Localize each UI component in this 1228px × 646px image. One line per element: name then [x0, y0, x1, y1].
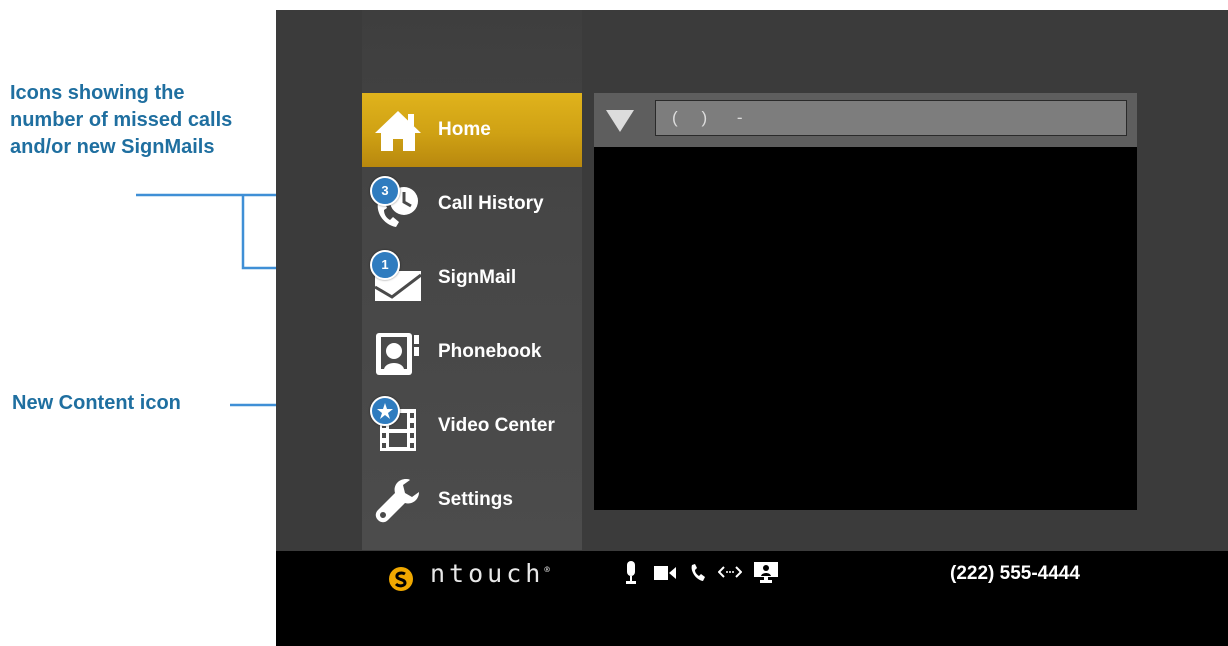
video-preview [594, 147, 1137, 510]
menu-item-label: Settings [438, 489, 513, 510]
menu-item-phonebook[interactable]: Phonebook [362, 315, 582, 389]
wrench-icon [372, 475, 424, 527]
network-icon[interactable] [717, 565, 743, 584]
menu-item-label: Video Center [438, 415, 555, 436]
microphone-icon[interactable] [624, 561, 638, 590]
menu-item-label: Home [438, 119, 491, 140]
camera-icon[interactable] [654, 565, 676, 586]
sorenson-logo-icon [388, 566, 414, 592]
annotation-badges-note: Icons showing the number of missed calls… [10, 82, 233, 158]
dial-bar: ( ) - [594, 93, 1137, 147]
star-icon [377, 403, 393, 419]
menu-item-home[interactable]: Home [362, 93, 582, 167]
brand-name: ntouch® [430, 559, 554, 588]
new-signmail-badge: 1 [370, 250, 400, 280]
status-bar: ntouch® (222) 555-4444 [276, 551, 1228, 646]
phonebook-icon [372, 327, 424, 379]
menu-item-settings[interactable]: Settings [362, 463, 582, 537]
new-content-badge [370, 396, 400, 426]
menu-item-call-history[interactable]: 3 Call History [362, 167, 582, 241]
brand-text: ntouch [430, 559, 545, 588]
screen-share-icon[interactable] [754, 562, 778, 589]
main-menu: Home 3 Call History 1 SignMail Phonebook… [362, 10, 582, 550]
missed-calls-badge: 3 [370, 176, 400, 206]
brand-mark: ® [544, 565, 554, 576]
menu-item-label: SignMail [438, 267, 517, 288]
triangle-down-icon[interactable] [606, 110, 634, 132]
menu-item-label: Call History [438, 193, 544, 214]
home-icon [372, 105, 424, 157]
phone-icon[interactable] [690, 564, 706, 587]
user-phone-number: (222) 555-4444 [950, 563, 1080, 584]
annotation-new-content-note: New Content icon [12, 392, 181, 414]
menu-item-label: Phonebook [438, 341, 542, 362]
app-screen: Home 3 Call History 1 SignMail Phonebook… [276, 10, 1228, 646]
menu-item-video-center[interactable]: Video Center [362, 389, 582, 463]
dial-number-input[interactable]: ( ) - [655, 100, 1127, 136]
menu-item-signmail[interactable]: 1 SignMail [362, 241, 582, 315]
